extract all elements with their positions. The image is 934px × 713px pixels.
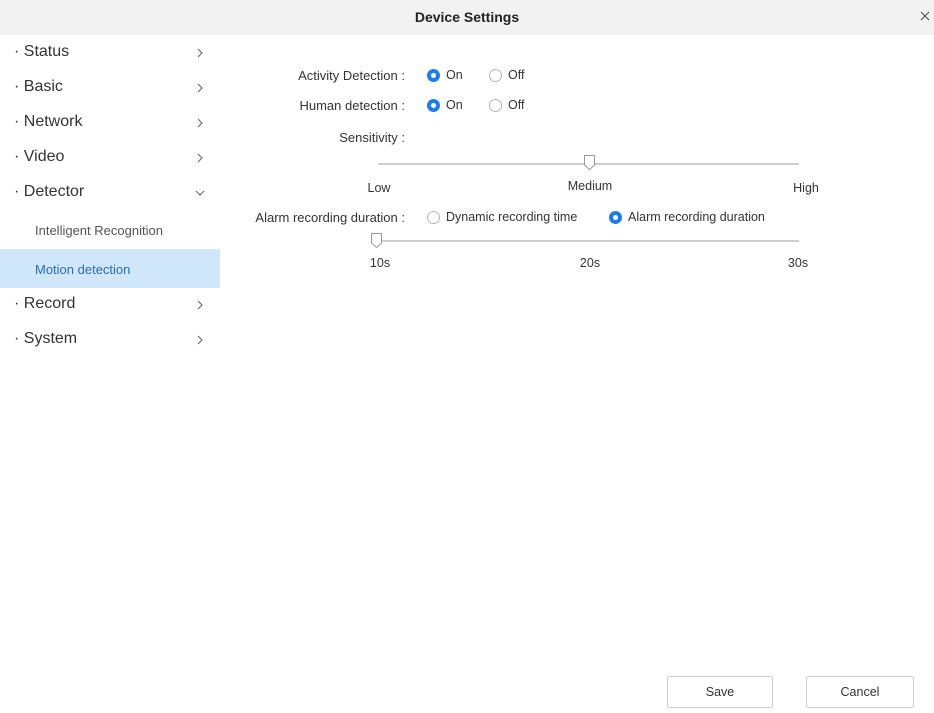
duration-slider-thumb[interactable]	[371, 233, 382, 248]
sidebar-item-label: · System	[14, 330, 78, 347]
sidebar-item-basic[interactable]: · Basic	[0, 70, 220, 105]
window-title: Device Settings	[414, 9, 520, 25]
sidebar-subitem-label: Motion detection	[35, 262, 131, 277]
sidebar-item-system[interactable]: · System	[0, 322, 220, 357]
activity-detection-label: Activity Detection :	[298, 68, 405, 83]
alarm-recording-label: Alarm recording duration :	[255, 210, 405, 225]
activity-detection-on-radio[interactable]	[427, 69, 440, 82]
sidebar-subitem-motion-detection[interactable]: Motion detection	[0, 249, 220, 288]
chevron-right-icon	[197, 153, 203, 163]
sidebar-subitem-intelligent-recognition[interactable]: Intelligent Recognition	[0, 210, 220, 249]
alarm-duration-radio[interactable]	[609, 211, 622, 224]
sidebar-subitem-label: Intelligent Recognition	[35, 223, 163, 238]
close-icon[interactable]	[918, 9, 932, 23]
sidebar: · Status · Basic · Network · Video · Det…	[0, 35, 220, 713]
save-button[interactable]: Save	[667, 676, 773, 708]
sidebar-item-detector[interactable]: · Detector	[0, 175, 220, 210]
sidebar-item-label: · Video	[14, 148, 65, 165]
activity-detection-on-label: On	[446, 68, 463, 82]
sensitivity-medium-label: Medium	[567, 179, 613, 193]
sidebar-item-label: · Network	[14, 113, 83, 130]
sensitivity-low-label: Low	[367, 181, 391, 195]
chevron-right-icon	[197, 335, 203, 345]
chevron-right-icon	[197, 48, 203, 58]
sidebar-item-label: · Status	[14, 43, 70, 60]
human-detection-off-label: Off	[508, 98, 525, 112]
chevron-right-icon	[197, 300, 203, 310]
human-detection-label: Human detection :	[299, 98, 405, 113]
human-detection-off-radio[interactable]	[489, 99, 502, 112]
activity-detection-off-label: Off	[508, 68, 525, 82]
duration-mid-label: 20s	[579, 256, 601, 270]
duration-max-label: 30s	[787, 256, 809, 270]
sidebar-item-label: · Basic	[14, 78, 63, 95]
sensitivity-label: Sensitivity :	[339, 130, 405, 145]
dynamic-recording-label: Dynamic recording time	[446, 210, 578, 224]
sidebar-item-video[interactable]: · Video	[0, 140, 220, 175]
duration-min-label: 10s	[369, 256, 391, 270]
sidebar-item-label: · Detector	[14, 183, 85, 200]
chevron-right-icon	[197, 118, 203, 128]
sidebar-item-network[interactable]: · Network	[0, 105, 220, 140]
sensitivity-slider-thumb[interactable]	[584, 155, 595, 170]
human-detection-on-radio[interactable]	[427, 99, 440, 112]
sidebar-item-status[interactable]: · Status	[0, 35, 220, 70]
dynamic-recording-radio[interactable]	[427, 211, 440, 224]
sidebar-item-label: · Record	[14, 295, 76, 312]
cancel-button[interactable]: Cancel	[806, 676, 914, 708]
human-detection-on-label: On	[446, 98, 463, 112]
sensitivity-high-label: High	[793, 181, 819, 195]
alarm-duration-label: Alarm recording duration	[628, 210, 765, 224]
chevron-right-icon	[197, 83, 203, 93]
activity-detection-off-radio[interactable]	[489, 69, 502, 82]
title-bar: Device Settings	[0, 0, 934, 35]
sidebar-item-record[interactable]: · Record	[0, 287, 220, 322]
chevron-down-icon	[195, 190, 205, 196]
duration-slider-track[interactable]	[378, 240, 799, 242]
